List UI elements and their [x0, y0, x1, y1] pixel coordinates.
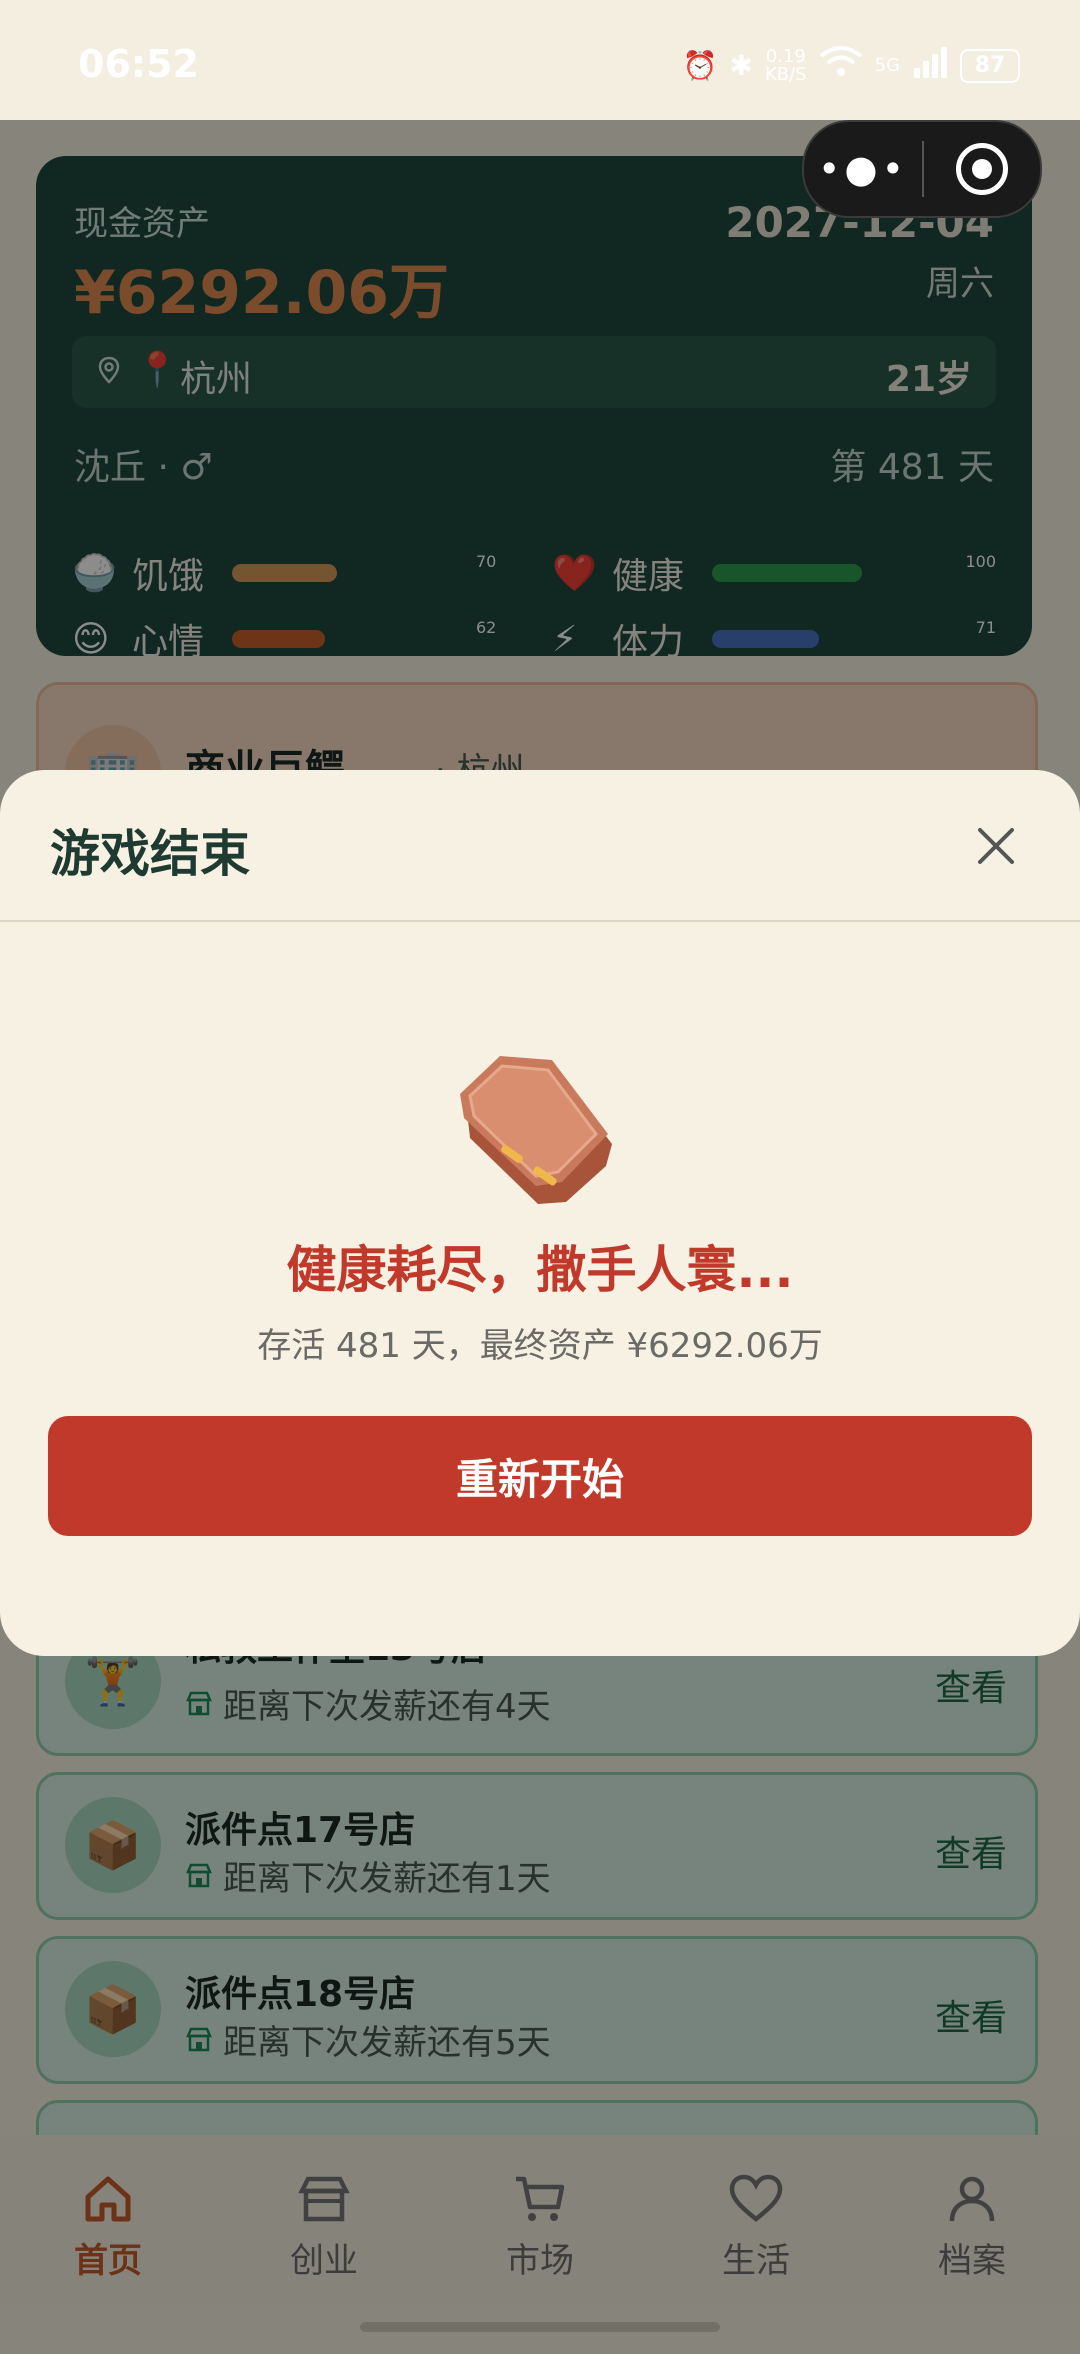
- target-icon: [956, 143, 1008, 195]
- close-icon[interactable]: [972, 822, 1020, 870]
- more-icon[interactable]: •●•: [804, 147, 922, 191]
- coffin-icon: [460, 1056, 612, 1204]
- wifi-icon: [819, 46, 863, 85]
- network-type: 5G: [874, 55, 900, 76]
- network-speed: 0.19 KB/S: [764, 45, 807, 85]
- signal-icon: [912, 46, 948, 85]
- status-icons: ⏰ ✱ 0.19 KB/S 5G 87: [683, 46, 1020, 85]
- modal-title: 游戏结束: [50, 824, 250, 883]
- restart-button[interactable]: 重新开始: [48, 1416, 1032, 1536]
- status-bar: 06:52 ⏰ ✱ 0.19 KB/S 5G 87: [0, 0, 1080, 120]
- status-time: 06:52: [78, 42, 199, 86]
- miniprogram-capsule: •●•: [802, 120, 1042, 218]
- close-miniprogram-button[interactable]: [924, 143, 1040, 195]
- alarm-icon: ⏰: [682, 49, 718, 82]
- game-over-modal: 游戏结束 健康耗尽，撒手人寰... 存活 481 天，最终资产 ¥6292.06…: [0, 770, 1080, 1656]
- bluetooth-icon: ✱: [729, 49, 753, 82]
- game-over-headline: 健康耗尽，撒手人寰...: [286, 1241, 794, 1299]
- battery-indicator: 87: [960, 48, 1020, 83]
- modal-header: 游戏结束: [0, 770, 1080, 922]
- game-over-summary: 存活 481 天，最终资产 ¥6292.06万: [257, 1326, 823, 1366]
